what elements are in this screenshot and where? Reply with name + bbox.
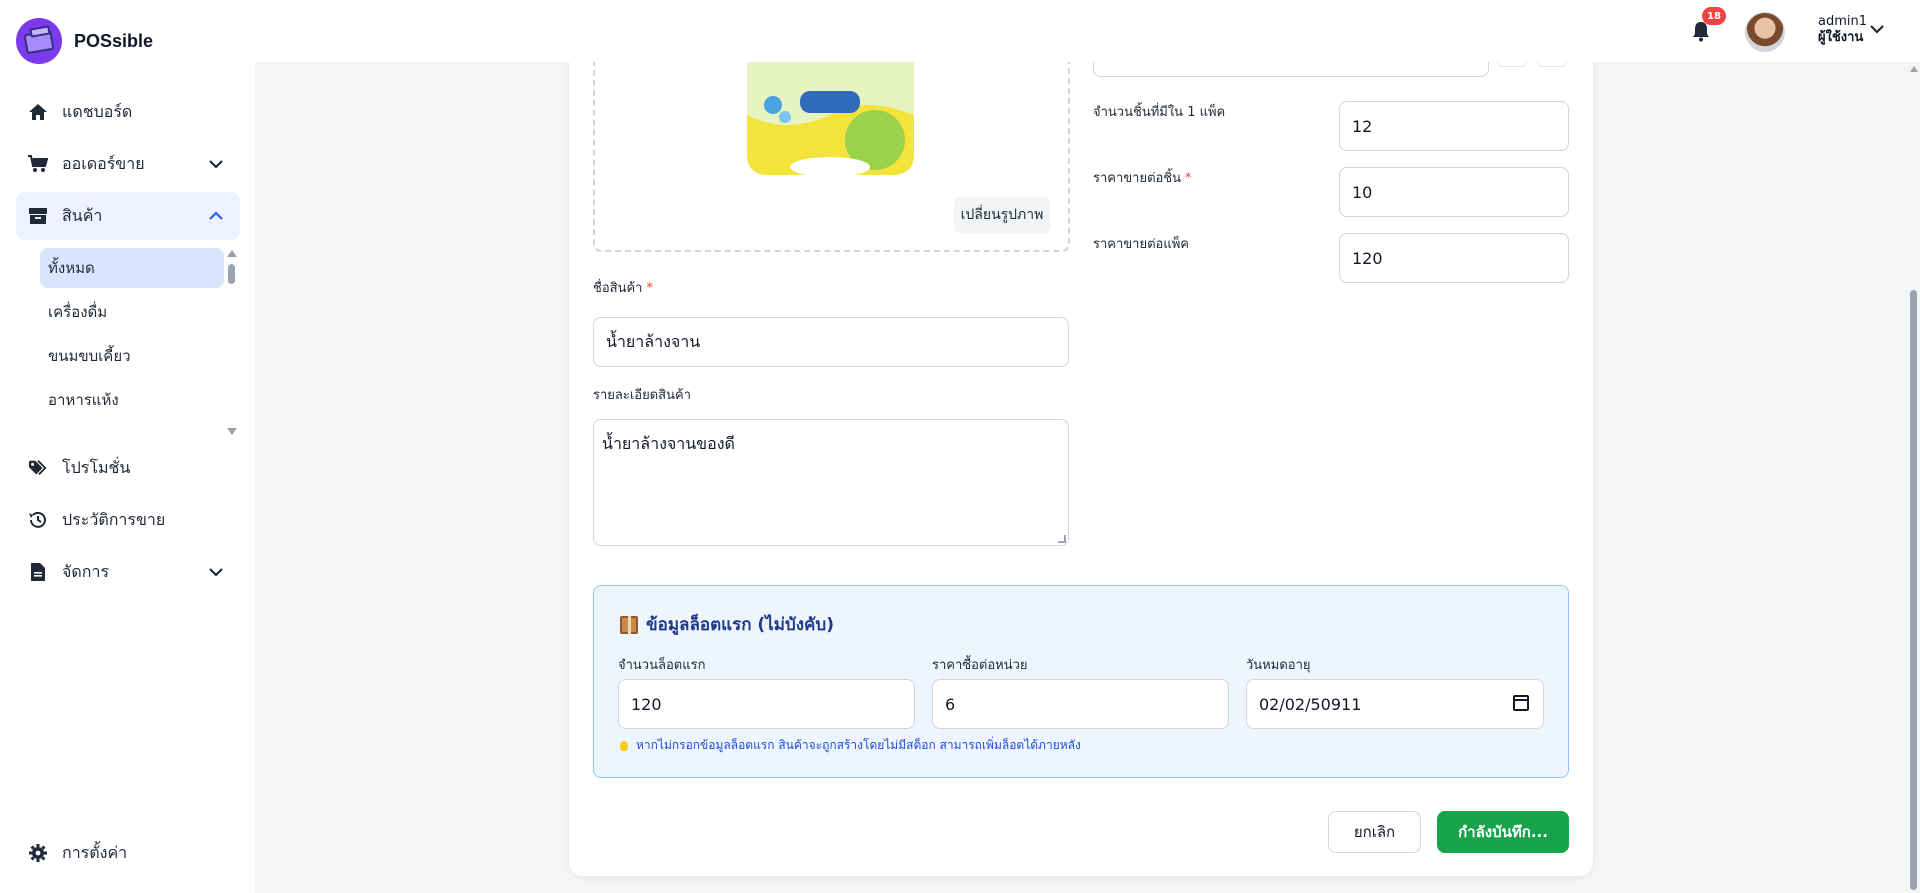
price-per-piece-input[interactable]: 10	[1339, 167, 1569, 217]
lot-title: ข้อมูลล็อตแรก (ไม่บังคับ)	[620, 611, 834, 638]
lot-expiry-label: วันหมดอายุ	[1246, 658, 1311, 673]
scroll-up-arrow-icon[interactable]	[1910, 66, 1918, 72]
user-name: admin1	[1818, 14, 1868, 29]
sidebar-item-promotions[interactable]: โปรโมชั่น	[16, 444, 240, 492]
required-mark: *	[1185, 171, 1192, 186]
cart-icon	[28, 154, 48, 174]
lot-cost-label: ราคาซื้อต่อหน่วย	[932, 658, 1028, 673]
chevron-down-icon[interactable]	[1868, 20, 1886, 38]
price-per-pack-input[interactable]: 120	[1339, 233, 1569, 283]
price-per-pack-label: ราคาขายต่อแพ็ค	[1093, 237, 1189, 252]
box-icon	[28, 206, 48, 226]
scrollbar-thumb[interactable]	[1910, 290, 1917, 890]
submenu-scrollbar[interactable]	[227, 250, 237, 440]
sidebar-item-settings[interactable]: การตั้งค่า	[16, 829, 240, 877]
sidebar-subitem-all[interactable]: ทั้งหมด	[40, 248, 224, 288]
lot-qty-input[interactable]: 120	[618, 679, 915, 729]
notification-badge: 18	[1702, 7, 1726, 25]
change-image-button[interactable]: เปลี่ยนรูปภาพ	[954, 197, 1050, 233]
calendar-icon[interactable]	[1513, 695, 1529, 711]
sidebar-item-label: ออเดอร์ขาย	[62, 153, 145, 173]
sidebar-subitem-snacks[interactable]: ขนมขบเคี้ยว	[40, 336, 224, 376]
tags-icon	[28, 458, 48, 478]
description-label: รายละเอียดสินค้า	[593, 388, 691, 403]
document-icon	[28, 562, 48, 582]
pieces-per-pack-input[interactable]: 12	[1339, 101, 1569, 151]
brand-name: POSsible	[74, 30, 154, 51]
sidebar-item-manage[interactable]: จัดการ	[16, 548, 240, 596]
sidebar-subitem-dry-food[interactable]: อาหารแห้ง	[40, 380, 224, 420]
lot-qty-label: จำนวนล็อตแรก	[618, 658, 706, 673]
avatar[interactable]	[1745, 12, 1785, 52]
sidebar-item-label: การตั้งค่า	[62, 842, 128, 862]
top-bar	[255, 0, 1920, 62]
scroll-up-arrow-icon[interactable]	[227, 250, 237, 257]
description-textarea[interactable]: น้ำยาล้างจานของดี	[593, 419, 1069, 546]
save-button[interactable]: กำลังบันทึก...	[1437, 811, 1569, 853]
package-icon	[620, 615, 638, 634]
description-text: น้ำยาล้างจานของดี	[602, 434, 735, 453]
lot-expiry-input[interactable]: 02/02/50911	[1246, 679, 1544, 729]
user-role: ผู้ใช้งาน	[1818, 30, 1864, 45]
lot-title-text: ข้อมูลล็อตแรก (ไม่บังคับ)	[646, 615, 834, 635]
required-mark: *	[646, 281, 653, 296]
gear-icon	[28, 843, 48, 863]
history-icon	[28, 510, 48, 530]
chevron-down-icon[interactable]	[206, 154, 226, 174]
user-menu[interactable]: admin1 ผู้ใช้งาน	[1818, 14, 1868, 46]
resize-grip-icon[interactable]	[1058, 535, 1066, 543]
pieces-per-pack-label: จำนวนชิ้นที่มีใน 1 แพ็ค	[1093, 105, 1226, 120]
logo	[16, 18, 62, 64]
sidebar-item-label: สินค้า	[62, 205, 103, 225]
scroll-down-arrow-icon[interactable]	[227, 428, 237, 435]
lot-cost-input[interactable]: 6	[932, 679, 1229, 729]
product-name-label: ชื่อสินค้า *	[593, 281, 653, 296]
scrollbar-thumb[interactable]	[228, 264, 235, 284]
sidebar-subitem-drinks[interactable]: เครื่องดื่ม	[40, 292, 224, 332]
page-scrollbar[interactable]	[1907, 62, 1920, 893]
lot-hint: หากไม่กรอกข้อมูลล็อตแรก สินค้าจะถูกสร้าง…	[620, 736, 1081, 755]
chevron-up-icon[interactable]	[206, 206, 226, 226]
sidebar-item-orders[interactable]: ออเดอร์ขาย	[16, 140, 240, 188]
lot-expiry-value: 02/02/50911	[1259, 694, 1362, 714]
sidebar-item-label: ประวัติการขาย	[62, 509, 166, 529]
chevron-down-icon[interactable]	[206, 562, 226, 582]
price-per-piece-label: ราคาขายต่อชิ้น *	[1093, 171, 1192, 186]
sidebar-item-products[interactable]: สินค้า	[16, 192, 240, 240]
lightbulb-icon	[620, 740, 628, 751]
cancel-button[interactable]: ยกเลิก	[1328, 811, 1421, 853]
sidebar-item-label: แดชบอร์ด	[62, 101, 133, 121]
brand[interactable]: POSsible	[16, 18, 153, 64]
sidebar: POSsible แดชบอร์ด ออเดอร์ขาย สินค้า ทั้ง…	[0, 0, 255, 893]
sidebar-item-dashboard[interactable]: แดชบอร์ด	[16, 88, 240, 136]
lot-hint-text: หากไม่กรอกข้อมูลล็อตแรก สินค้าจะถูกสร้าง…	[636, 738, 1081, 752]
sidebar-item-label: โปรโมชั่น	[62, 457, 131, 477]
product-image	[747, 55, 914, 177]
home-icon	[28, 102, 48, 122]
sidebar-item-label: จัดการ	[62, 561, 110, 581]
product-name-input[interactable]: น้ำยาล้างจาน	[593, 317, 1069, 367]
sidebar-item-sales-history[interactable]: ประวัติการขาย	[16, 496, 240, 544]
